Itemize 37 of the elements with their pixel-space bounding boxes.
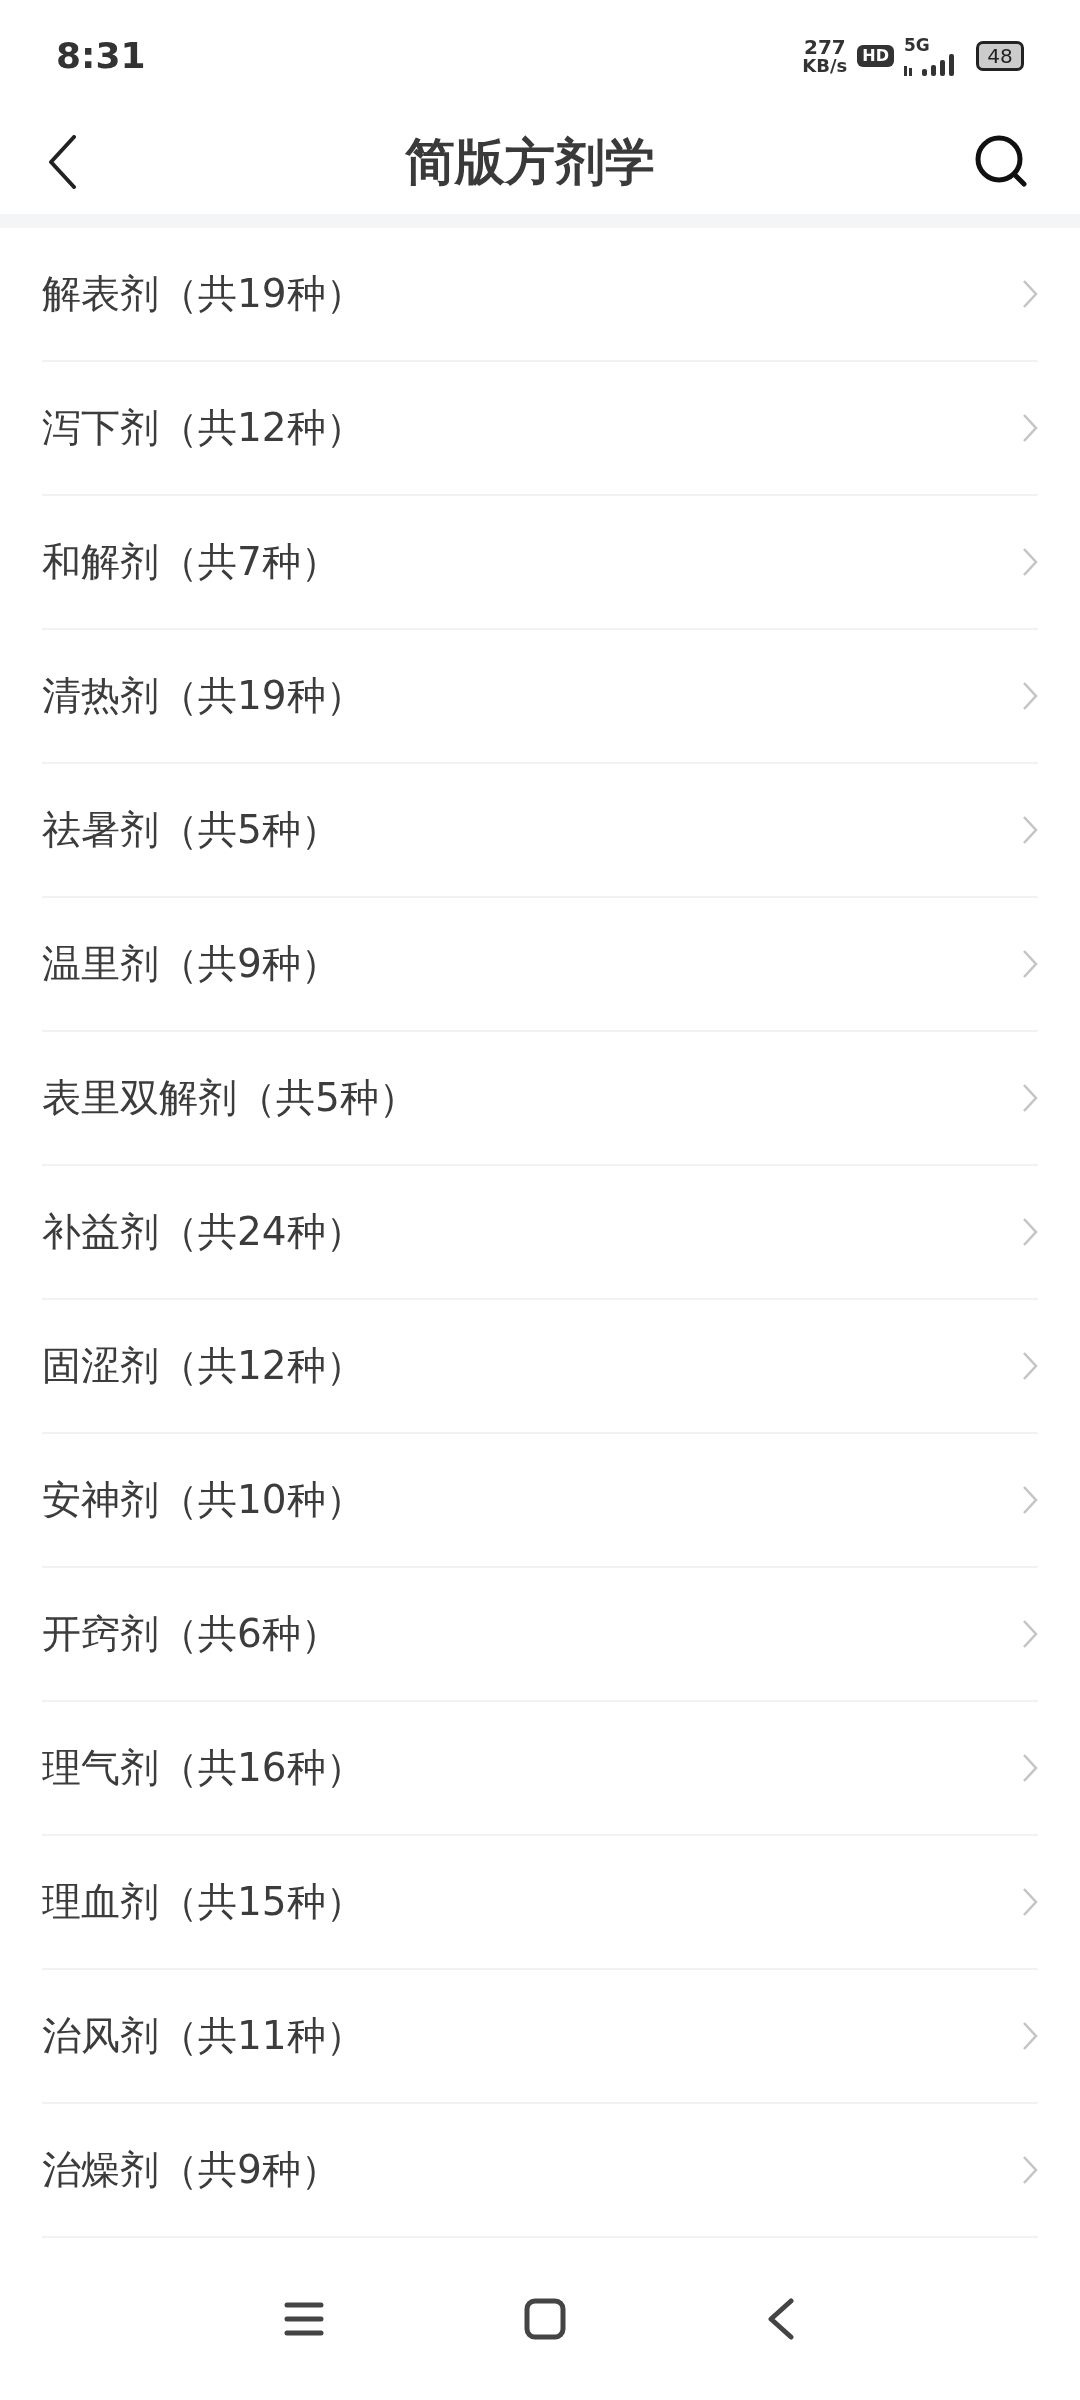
category-item[interactable]: 安神剂（共10种） (42, 1434, 1038, 1568)
chevron-icon (1022, 1753, 1038, 1783)
chevron-icon (1022, 681, 1038, 711)
category-item[interactable]: 理气剂（共16种） (42, 1702, 1038, 1836)
category-item[interactable]: 温里剂（共9种） (42, 898, 1038, 1032)
category-item[interactable]: 祛暑剂（共5种） (42, 764, 1038, 898)
page-title: 简版方剂学 (405, 131, 655, 193)
chevron-icon (1022, 1351, 1038, 1381)
category-item[interactable]: 治风剂（共11种） (42, 1970, 1038, 2104)
chevron-icon (1022, 2021, 1038, 2051)
chevron-icon (1022, 1485, 1038, 1515)
status-time: 8:31 (56, 34, 146, 78)
chevron-icon (1022, 413, 1038, 443)
chevron-icon (1022, 1619, 1038, 1649)
category-item[interactable]: 解表剂（共19种） (42, 228, 1038, 362)
category-item[interactable]: 清热剂（共19种） (42, 630, 1038, 764)
chevron-icon (1022, 2155, 1038, 2185)
chevron-icon (1022, 815, 1038, 845)
chevron-icon (1022, 1217, 1038, 1247)
chevron-icon (1022, 279, 1038, 309)
home-button[interactable] (524, 2298, 566, 2340)
chevron-icon (1022, 1887, 1038, 1917)
category-item[interactable]: 补益剂（共24种） (42, 1166, 1038, 1300)
chevron-icon (1022, 949, 1038, 979)
chevron-icon (1022, 547, 1038, 577)
category-item[interactable]: 泻下剂（共12种） (42, 362, 1038, 496)
network-speed: 277 KB/s (802, 37, 848, 75)
back-nav-button[interactable] (766, 2298, 796, 2340)
category-item[interactable]: 理血剂（共15种） (42, 1836, 1038, 1970)
hd-icon: HD (857, 45, 894, 67)
category-item[interactable]: 固涩剂（共12种） (42, 1300, 1038, 1434)
category-item[interactable]: 表里双解剂（共5种） (42, 1032, 1038, 1166)
battery-icon: 48 (976, 41, 1024, 71)
category-item[interactable]: 和解剂（共7种） (42, 496, 1038, 630)
chevron-icon (1022, 1083, 1038, 1113)
category-item[interactable]: 治燥剂（共9种） (42, 2104, 1038, 2238)
category-item[interactable]: 开窍剂（共6种） (42, 1568, 1038, 1702)
